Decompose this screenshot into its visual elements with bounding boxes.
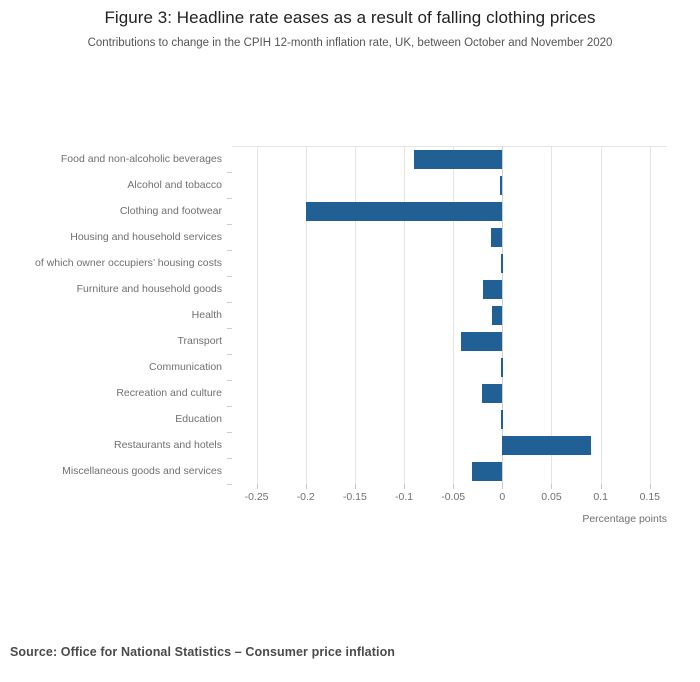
x-axis-tick (354, 484, 356, 489)
y-axis-tick (227, 276, 232, 277)
bar (471, 461, 503, 481)
bar (482, 279, 503, 299)
x-axis-tick-label: 0.05 (541, 491, 562, 503)
x-axis-tick-label: -0.15 (342, 491, 367, 503)
y-axis-tick (227, 328, 232, 329)
gridline (404, 146, 406, 484)
x-axis-tick-label: -0.25 (244, 491, 269, 503)
y-axis-category-label: Furniture and household goods (76, 283, 222, 295)
y-axis-tick (227, 172, 232, 173)
bar (502, 435, 591, 455)
x-axis-tick-label: -0.1 (394, 491, 414, 503)
y-axis-tick (227, 198, 232, 199)
y-axis-category-label: Housing and household services (70, 231, 222, 243)
y-axis-tick (227, 380, 232, 381)
plot-top-border (232, 146, 667, 147)
x-axis-tick (551, 484, 553, 489)
y-axis-tick (227, 250, 232, 251)
x-axis-tick-label: -0.05 (441, 491, 466, 503)
y-axis-tick (227, 432, 232, 433)
y-axis-category-label: Recreation and culture (116, 387, 222, 399)
gridline (305, 146, 307, 484)
y-axis-tick (227, 458, 232, 459)
y-axis-labels: Food and non-alcoholic beverages Alcohol … (0, 146, 228, 484)
y-axis-category-label: Health (191, 309, 222, 321)
x-axis-tick-label: 0 (499, 491, 506, 503)
gridline (502, 146, 504, 484)
y-axis-category-label: Transport (177, 335, 222, 347)
y-axis-category-label: of which owner occupiers’ housing costs (35, 257, 222, 269)
chart-subtitle: Contributions to change in the CPIH 12-m… (87, 37, 613, 49)
x-axis-tick-label: 0.15 (639, 491, 660, 503)
x-axis-tick (453, 484, 455, 489)
y-axis-tick (227, 224, 232, 225)
bar (501, 409, 503, 429)
bar (501, 357, 503, 377)
bar (413, 149, 503, 169)
bar (461, 331, 503, 351)
gridline (453, 146, 455, 484)
y-axis-category-label: Food and non-alcoholic beverages (60, 153, 222, 165)
y-axis-category-label: Clothing and footwear (119, 205, 222, 217)
x-axis-tick (256, 484, 258, 489)
gridline (551, 146, 553, 484)
gridline (354, 146, 356, 484)
x-axis-tick (305, 484, 307, 489)
y-axis-category-label: Communication (149, 361, 222, 373)
gridline (256, 146, 258, 484)
y-axis-tick (227, 354, 232, 355)
x-axis-title: Percentage points (582, 513, 667, 525)
y-axis-category-label: Education (175, 413, 222, 425)
x-axis-tick (600, 484, 602, 489)
page-title: Figure 3: Headline rate eases as a resul… (104, 8, 596, 27)
gridline (600, 146, 602, 484)
bar (490, 227, 503, 247)
y-axis-category-label: Alcohol and tobacco (127, 179, 222, 191)
bar (491, 305, 503, 325)
x-axis-tick-label: 0.1 (593, 491, 608, 503)
source-note: Source: Office for National Statistics –… (10, 645, 396, 659)
x-axis-tick (404, 484, 406, 489)
x-axis-tick-label: -0.2 (296, 491, 315, 503)
x-axis: -0.25 -0.2 -0.15 -0.1 -0.05 0 0.05 0.1 0.15 (232, 484, 667, 514)
bars-plot (227, 146, 667, 485)
chart-header: Figure 3: Headline rate eases as a resul… (0, 0, 700, 51)
bar (500, 175, 503, 195)
y-axis-tick (227, 406, 232, 407)
y-axis-category-label: Miscellaneous goods and services (62, 465, 222, 477)
x-axis-tick (649, 484, 651, 489)
x-axis-tick (502, 484, 504, 489)
bar (501, 253, 503, 273)
figure-container: Figure 3: Headline rate eases as a resul… (0, 0, 700, 682)
bar (481, 383, 503, 403)
y-axis-category-label: Restaurants and hotels (114, 439, 222, 451)
y-axis-tick (227, 302, 232, 303)
plot-area: Food and non-alcoholic beverages Alcohol … (0, 146, 700, 503)
gridline (649, 146, 651, 484)
bar (305, 201, 503, 221)
